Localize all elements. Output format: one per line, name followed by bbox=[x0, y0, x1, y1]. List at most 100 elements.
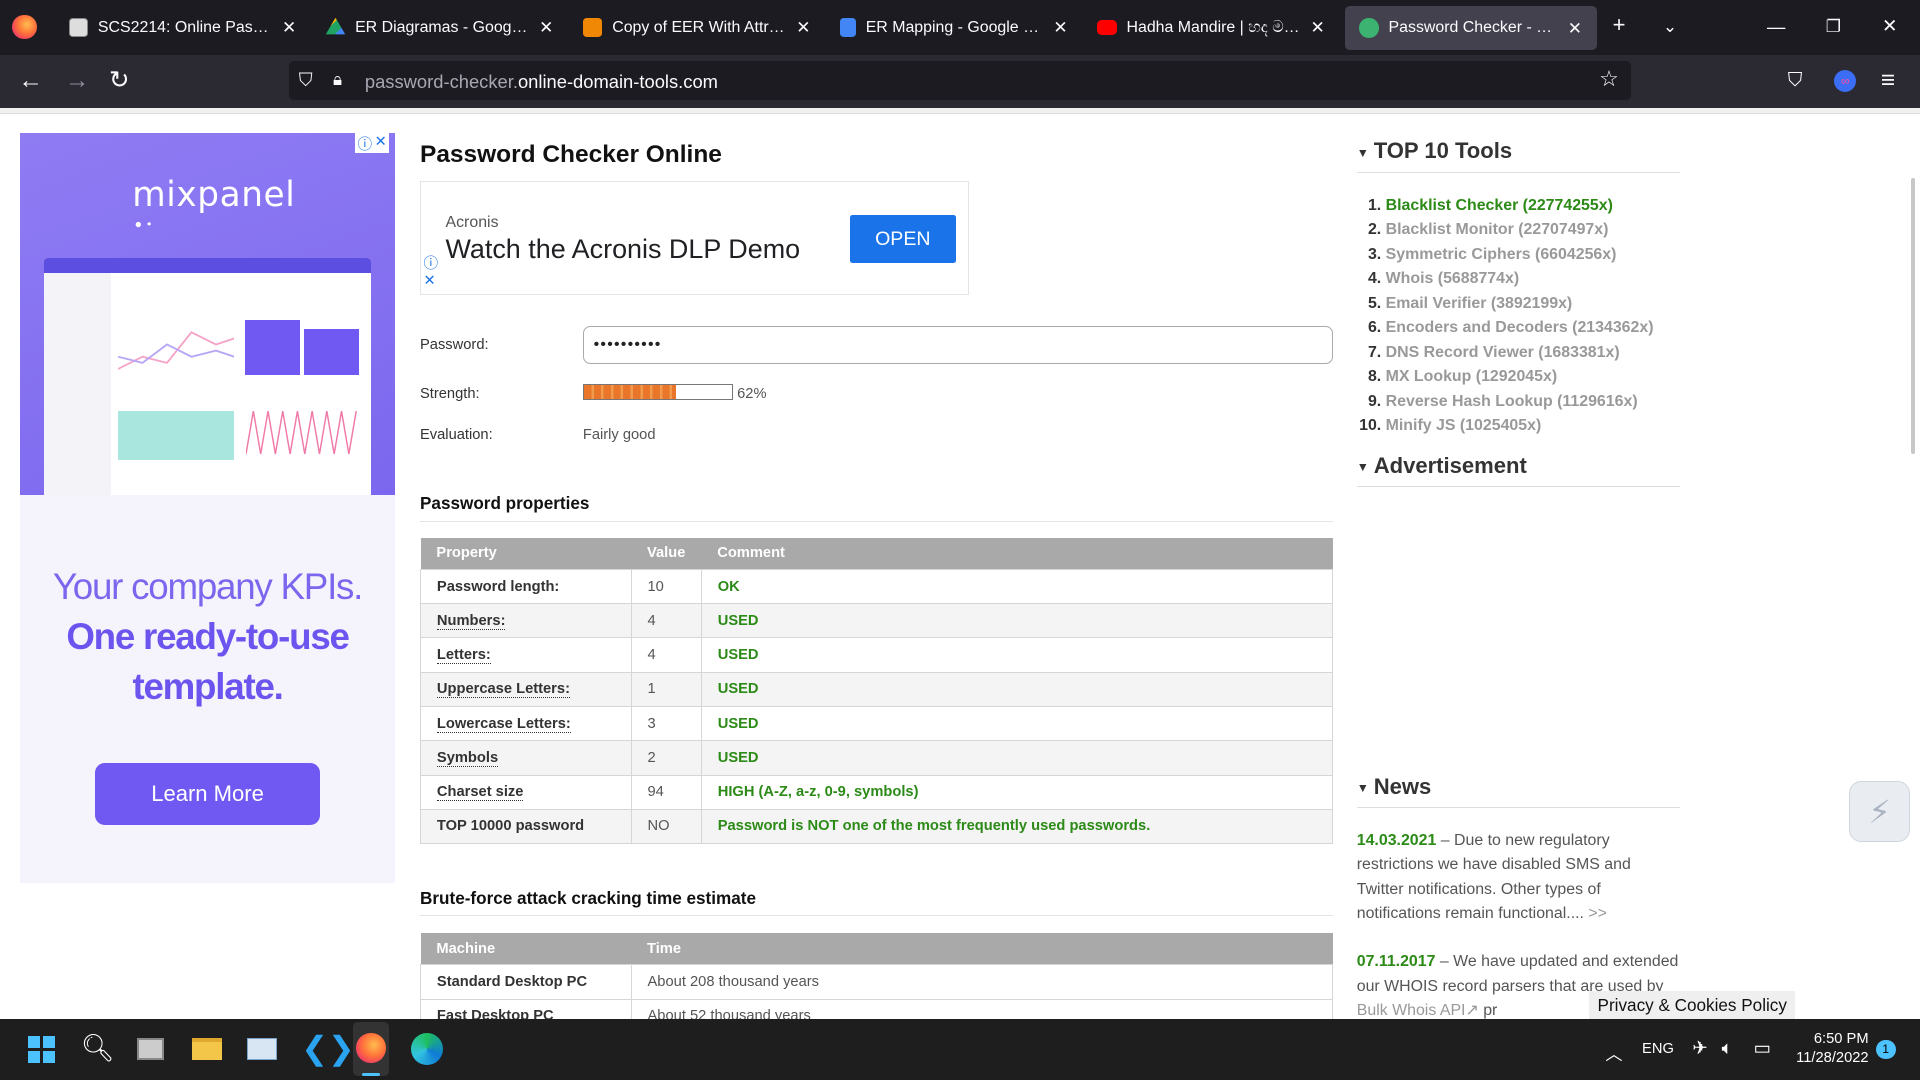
lock-icon[interactable]: 🔒︎ bbox=[333, 69, 342, 90]
close-tab-icon[interactable]: ✕ bbox=[1568, 18, 1582, 39]
lightning-icon: ⚡︎ bbox=[1868, 793, 1891, 830]
list-item[interactable]: 8. MX Lookup (1292045x) bbox=[1357, 366, 1654, 390]
url-text[interactable]: password-checker.online-domain-tools.com bbox=[365, 71, 718, 93]
top-tools-list: 1. Blacklist Checker (22774255x) 2. Blac… bbox=[1357, 195, 1654, 440]
bar-graphic bbox=[303, 329, 359, 375]
property-name[interactable]: Charset size bbox=[420, 774, 632, 810]
tab-copy-eer[interactable]: Copy of EER With Attributes ✕ bbox=[568, 0, 825, 55]
search-icon[interactable]: 🔍︎ bbox=[81, 1033, 115, 1065]
chevron-up-icon[interactable]: ︿ bbox=[1605, 1040, 1622, 1065]
property-comment: HIGH (A-Z, a-z, 0-9, symbols) bbox=[700, 774, 1334, 810]
strength-bar bbox=[582, 384, 734, 401]
list-item[interactable]: 1. Blacklist Checker (22774255x) bbox=[1357, 195, 1654, 219]
list-item[interactable]: 2. Blacklist Monitor (22707497x) bbox=[1357, 219, 1654, 243]
property-comment: USED bbox=[700, 671, 1334, 707]
tab-er-diagramas[interactable]: ER Diagramas - Google Driv ✕ bbox=[311, 0, 568, 55]
address-bar[interactable]: ⛉ 🔒︎ password-checker.online-domain-tool… bbox=[288, 61, 1632, 101]
firefox-icon[interactable] bbox=[12, 14, 37, 40]
top-tools-heading[interactable]: ▼ TOP 10 Tools bbox=[1356, 138, 1680, 173]
tab-password-checker[interactable]: Password Checker - Evaluate ✕ bbox=[1344, 6, 1597, 51]
properties-table: Property Value Comment Password length: … bbox=[420, 537, 1334, 845]
floating-action-button[interactable]: ⚡︎ bbox=[1848, 781, 1911, 843]
table-header: Property Value Comment bbox=[420, 537, 1333, 570]
line-chart-graphic bbox=[117, 330, 234, 370]
close-tab-icon[interactable]: ✕ bbox=[539, 17, 553, 38]
vscode-icon[interactable]: ❮❯ bbox=[301, 1033, 354, 1065]
mixpanel-ad[interactable]: mixpanel ●• Your company KPIs. One ready… bbox=[19, 133, 396, 883]
privacy-cookies-link[interactable]: Privacy & Cookies Policy bbox=[1589, 990, 1796, 1020]
table-row: Charset size 94 HIGH (A-Z, a-z, 0-9, sym… bbox=[420, 774, 1334, 810]
open-button[interactable]: OPEN bbox=[849, 215, 957, 264]
volume-icon[interactable]: 🔈︎ bbox=[1722, 1037, 1733, 1059]
close-tab-icon[interactable]: ✕ bbox=[796, 17, 810, 38]
list-item[interactable]: 5. Email Verifier (3892199x) bbox=[1357, 293, 1654, 317]
password-input[interactable]: •••••••••• bbox=[582, 325, 1334, 364]
restore-icon[interactable]: ❐ bbox=[1826, 16, 1841, 37]
property-name: TOP 10000 password bbox=[420, 808, 632, 845]
minimize-icon[interactable]: — bbox=[1767, 16, 1785, 38]
edge-icon[interactable] bbox=[411, 1033, 444, 1066]
tab-er-mapping[interactable]: ER Mapping - Google Docs ✕ bbox=[825, 0, 1082, 55]
table-row: Standard Desktop PC About 208 thousand y… bbox=[420, 964, 1334, 1000]
close-ad-icon[interactable]: ✕ bbox=[375, 133, 387, 153]
clock[interactable]: 6:50 PM 11/28/2022 bbox=[1790, 1030, 1868, 1069]
network-icon[interactable]: ✈︎ bbox=[1692, 1037, 1707, 1059]
reload-icon[interactable]: ↻ bbox=[109, 66, 130, 95]
battery-icon[interactable]: ▭ bbox=[1753, 1037, 1770, 1059]
property-name[interactable]: Symbols bbox=[420, 740, 632, 776]
column-header: Machine bbox=[420, 933, 632, 965]
close-window-icon[interactable]: ✕ bbox=[1882, 15, 1897, 37]
advertisement-heading[interactable]: ▼ Advertisement bbox=[1356, 453, 1680, 488]
property-comment: USED bbox=[700, 706, 1334, 742]
property-comment: Password is NOT one of the most frequent… bbox=[700, 808, 1334, 845]
read-more-link[interactable]: >> bbox=[1588, 905, 1607, 922]
list-item[interactable]: 3. Symmetric Ciphers (6604256x) bbox=[1357, 244, 1654, 268]
table-header: Machine Time bbox=[420, 933, 1333, 965]
ad-choices[interactable]: ⓘ ✕ bbox=[355, 133, 390, 153]
tab-hadha-mandire[interactable]: Hadha Mandire | හද මන්දිරේ ✕ bbox=[1082, 0, 1339, 55]
property-name[interactable]: Numbers: bbox=[420, 603, 632, 639]
ad-banner: mixpanel ●• bbox=[19, 133, 396, 495]
bookmark-star-icon[interactable]: ☆ bbox=[1599, 66, 1619, 92]
list-item[interactable]: 4. Whois (5688774x) bbox=[1357, 268, 1654, 292]
new-tab-icon[interactable]: + bbox=[1613, 12, 1626, 38]
property-name[interactable]: Lowercase Letters: bbox=[420, 706, 632, 742]
list-item[interactable]: 7. DNS Record Viewer (1683381x) bbox=[1357, 342, 1654, 366]
list-item[interactable]: 10. Minify JS (1025405x) bbox=[1357, 415, 1654, 439]
back-icon[interactable]: ← bbox=[18, 66, 42, 95]
ad-info-icon[interactable]: ⓘ ✕ bbox=[423, 256, 438, 290]
notification-badge[interactable]: 1 bbox=[1875, 1039, 1896, 1060]
property-name[interactable]: Letters: bbox=[420, 637, 632, 673]
property-value: 3 bbox=[630, 706, 702, 742]
menu-icon[interactable]: ≡ bbox=[1881, 66, 1895, 95]
start-icon[interactable] bbox=[28, 1035, 56, 1063]
property-name[interactable]: Uppercase Letters: bbox=[420, 671, 632, 707]
extension-icon[interactable]: ∞ bbox=[1834, 69, 1857, 92]
language-indicator[interactable]: ENG bbox=[1642, 1041, 1674, 1057]
ad-title[interactable]: Watch the Acronis DLP Demo bbox=[445, 234, 800, 265]
close-tab-icon[interactable]: ✕ bbox=[1053, 17, 1067, 38]
performance-monitor-icon[interactable] bbox=[247, 1038, 277, 1061]
close-tab-icon[interactable]: ✕ bbox=[1311, 17, 1325, 38]
acronis-ad[interactable]: Acronis Watch the Acronis DLP Demo OPEN … bbox=[420, 181, 969, 296]
page-scrollbar[interactable] bbox=[1911, 177, 1916, 455]
list-tabs-icon[interactable]: ⌄ bbox=[1663, 16, 1677, 37]
info-icon[interactable]: ⓘ bbox=[358, 133, 373, 153]
tab-scs2214[interactable]: SCS2214: Online Password C ✕ bbox=[54, 0, 311, 55]
task-view-icon[interactable] bbox=[137, 1038, 165, 1061]
forward-icon[interactable]: → bbox=[65, 66, 89, 95]
evaluation-label: Evaluation: bbox=[420, 427, 493, 444]
mixpanel-dots: ●• bbox=[134, 216, 157, 231]
property-value: 1 bbox=[630, 671, 702, 707]
list-item[interactable]: 9. Reverse Hash Lookup (1129616x) bbox=[1357, 391, 1654, 415]
file-explorer-icon[interactable] bbox=[192, 1038, 222, 1061]
list-item[interactable]: 6. Encoders and Decoders (2134362x) bbox=[1357, 317, 1654, 341]
news-heading[interactable]: ▼ News bbox=[1356, 774, 1680, 809]
pocket-icon[interactable]: ⛉ bbox=[1788, 66, 1803, 95]
shield-icon[interactable]: ⛉ bbox=[299, 69, 313, 91]
close-tab-icon[interactable]: ✕ bbox=[282, 17, 296, 38]
firefox-taskbar-icon[interactable] bbox=[356, 1033, 386, 1063]
clock-date: 11/28/2022 bbox=[1796, 1050, 1869, 1067]
bulk-whois-link[interactable]: Bulk Whois API↗ bbox=[1357, 1002, 1479, 1019]
learn-more-button[interactable]: Learn More bbox=[95, 762, 320, 826]
